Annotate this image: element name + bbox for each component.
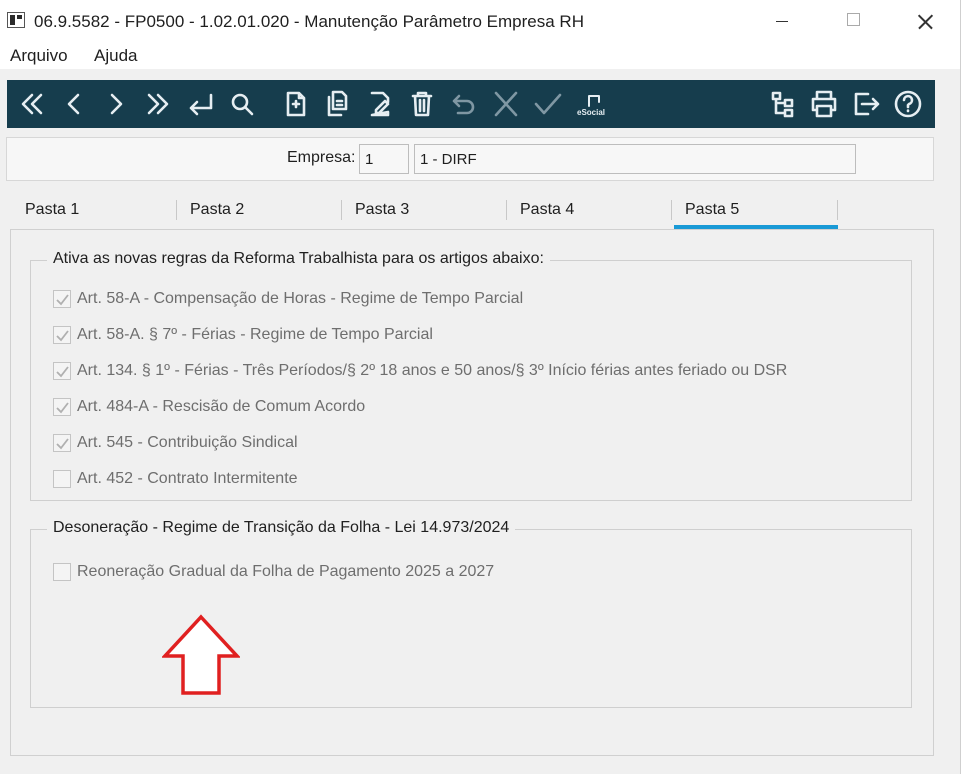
red-up-arrow-icon bbox=[161, 614, 241, 696]
window-title: 06.9.5582 - FP0500 - 1.02.01.020 - Manut… bbox=[34, 12, 584, 31]
checkbox[interactable] bbox=[53, 362, 71, 380]
checkbox[interactable] bbox=[53, 326, 71, 344]
title-bar: 06.9.5582 - FP0500 - 1.02.01.020 - Manut… bbox=[0, 0, 960, 42]
first-record-icon[interactable] bbox=[15, 88, 49, 120]
cancel-icon bbox=[489, 88, 523, 120]
empresa-code-input[interactable]: 1 bbox=[359, 144, 409, 174]
app-icon bbox=[7, 12, 25, 28]
esocial-icon[interactable]: eSocial bbox=[577, 88, 611, 120]
next-record-icon[interactable] bbox=[99, 88, 133, 120]
toolbar: eSocial bbox=[7, 80, 935, 128]
close-button[interactable] bbox=[902, 0, 948, 42]
checkbox[interactable] bbox=[53, 434, 71, 452]
menu-arquivo[interactable]: Arquivo bbox=[10, 46, 68, 66]
minimize-button[interactable] bbox=[758, 0, 804, 42]
new-record-icon[interactable] bbox=[279, 88, 313, 120]
application-window: 06.9.5582 - FP0500 - 1.02.01.020 - Manut… bbox=[0, 0, 961, 774]
tab-pasta-4[interactable]: Pasta 4 bbox=[505, 193, 670, 227]
empresa-description-field: 1 - DIRF bbox=[414, 144, 856, 174]
tab-pasta-3[interactable]: Pasta 3 bbox=[340, 193, 505, 227]
tab-pasta-5[interactable]: Pasta 5 bbox=[674, 193, 838, 229]
help-icon[interactable] bbox=[891, 88, 925, 120]
menu-bar: Arquivo Ajuda bbox=[0, 42, 960, 68]
checkbox[interactable] bbox=[53, 563, 71, 581]
go-to-icon[interactable] bbox=[183, 88, 217, 120]
desoneracao-group-title: Desoneração - Regime de Transição da Fol… bbox=[47, 519, 516, 537]
empresa-panel: Empresa: 1 1 - DIRF bbox=[6, 137, 934, 181]
reforma-trabalhista-group: Ativa as novas regras da Reforma Trabalh… bbox=[30, 250, 912, 501]
last-record-icon[interactable] bbox=[141, 88, 175, 120]
maximize-button[interactable] bbox=[830, 0, 876, 42]
checkbox[interactable] bbox=[53, 290, 71, 308]
copy-record-icon[interactable] bbox=[321, 88, 355, 120]
empresa-label: Empresa: bbox=[287, 149, 356, 166]
esocial-label: eSocial bbox=[577, 108, 606, 117]
previous-record-icon[interactable] bbox=[57, 88, 91, 120]
checkbox[interactable] bbox=[53, 398, 71, 416]
exit-icon[interactable] bbox=[849, 88, 883, 120]
delete-icon[interactable] bbox=[405, 88, 439, 120]
undo-icon bbox=[447, 88, 481, 120]
tab-pasta-1[interactable]: Pasta 1 bbox=[10, 193, 175, 227]
structure-icon[interactable] bbox=[765, 88, 799, 120]
print-icon[interactable] bbox=[807, 88, 841, 120]
menu-ajuda[interactable]: Ajuda bbox=[94, 46, 137, 66]
reforma-group-title: Ativa as novas regras da Reforma Trabalh… bbox=[47, 250, 550, 268]
tab-strip: Pasta 1 Pasta 2 Pasta 3 Pasta 4 Pasta 5 bbox=[10, 193, 934, 229]
confirm-icon bbox=[531, 88, 565, 120]
search-icon[interactable] bbox=[225, 88, 259, 120]
edit-record-icon[interactable] bbox=[363, 88, 397, 120]
tab-pasta-2[interactable]: Pasta 2 bbox=[175, 193, 340, 227]
checkbox[interactable] bbox=[53, 470, 71, 488]
